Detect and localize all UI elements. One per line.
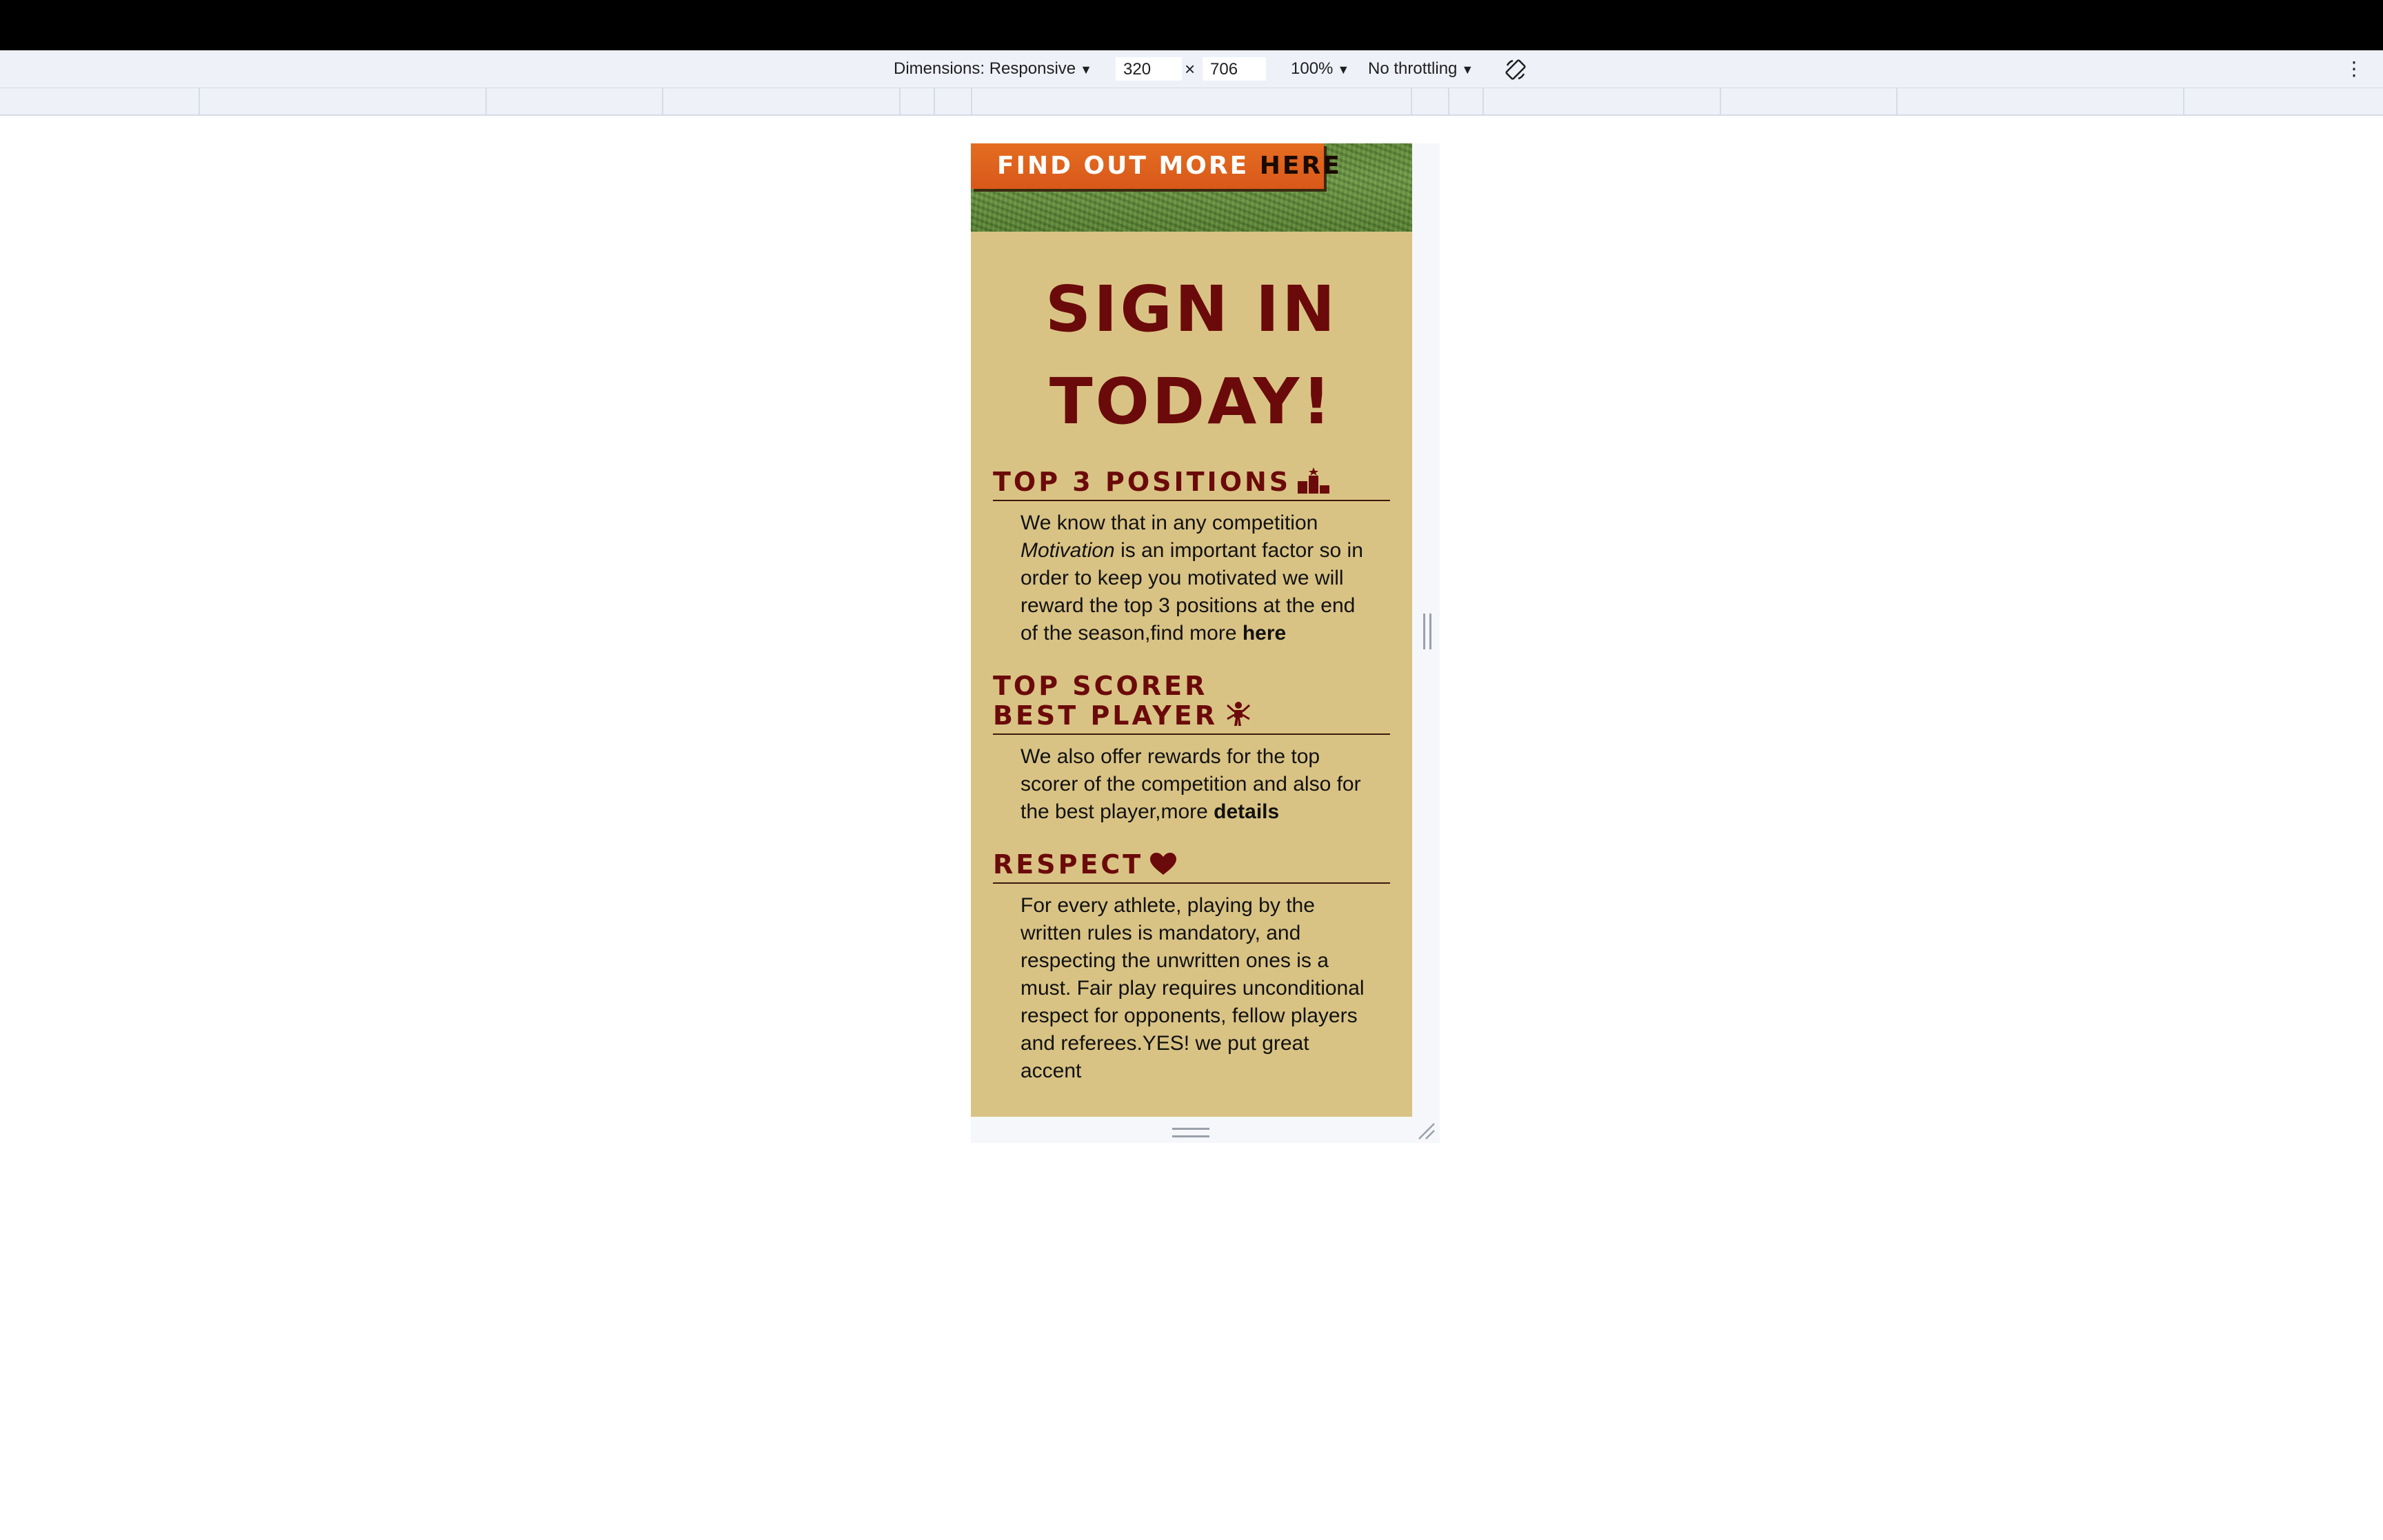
media-query-tick[interactable]: [2183, 88, 2184, 114]
banner-here-link[interactable]: HERE: [1260, 152, 1342, 180]
main-content: SIGN IN TODAY! TOP 3 POSITIONS We know t…: [971, 232, 1412, 1085]
section-heading-text: TOP 3 POSITIONS: [993, 467, 1291, 497]
section-top-scorer: TOP SCORER BEST PLAYER We also offer rew…: [993, 672, 1390, 826]
page-viewport[interactable]: FIND OUT MORE HERE SIGN IN TODAY! TOP 3 …: [971, 143, 1412, 1117]
media-query-tick[interactable]: [899, 88, 901, 114]
width-input[interactable]: 320: [1116, 57, 1182, 81]
section-heading-text: RESPECT: [993, 849, 1144, 880]
chevron-down-icon: ▼: [1337, 63, 1350, 77]
media-query-tick[interactable]: [971, 88, 972, 114]
section-text: We know that in any competition Motivati…: [1020, 509, 1365, 647]
page-title: SIGN IN TODAY!: [1045, 272, 1338, 438]
section-heading: TOP SCORER BEST PLAYER: [993, 672, 1390, 735]
media-query-tick[interactable]: [662, 88, 663, 114]
media-query-tick[interactable]: [485, 88, 487, 114]
emphasis-text: Motivation: [1020, 539, 1115, 562]
text-fragment: We know that in any competition: [1020, 511, 1318, 534]
find-out-more-banner[interactable]: FIND OUT MORE HERE: [971, 143, 1340, 189]
section-top-3-positions: TOP 3 POSITIONS We know that in any comp…: [993, 467, 1390, 647]
banner-text: FIND OUT MORE: [997, 152, 1249, 180]
browser-top-bar: [0, 0, 2383, 50]
details-link[interactable]: details: [1214, 800, 1279, 823]
times-icon: ×: [1185, 59, 1196, 79]
media-query-tick[interactable]: [1720, 88, 1721, 114]
section-heading-line1: TOP SCORER: [993, 671, 1208, 701]
height-input[interactable]: 706: [1203, 57, 1266, 81]
kebab-icon[interactable]: ⋮: [2344, 50, 2364, 88]
chevron-down-icon: ▼: [1461, 63, 1474, 77]
section-respect: RESPECT For every athlete, playing by th…: [993, 851, 1390, 1085]
throttling-label: No throttling: [1368, 59, 1458, 78]
rotate-icon[interactable]: [1503, 57, 1528, 82]
section-heading: TOP 3 POSITIONS: [993, 467, 1390, 501]
text-fragment: We also offer rewards for the top scorer…: [1020, 745, 1361, 823]
podium-icon: [1298, 467, 1330, 494]
media-query-tick[interactable]: [1482, 88, 1484, 114]
media-query-tick[interactable]: [1448, 88, 1449, 114]
section-text: We also offer rewards for the top scorer…: [1020, 743, 1365, 826]
device-frame: FIND OUT MORE HERE SIGN IN TODAY! TOP 3 …: [971, 143, 1440, 1143]
section-heading: RESPECT: [993, 851, 1390, 884]
chevron-down-icon: ▼: [1080, 63, 1092, 77]
resize-handle-bottom[interactable]: [1172, 1128, 1209, 1137]
resize-corner-icon[interactable]: [1416, 1121, 1436, 1140]
dimensions-dropdown[interactable]: Dimensions: Responsive ▼: [894, 50, 1092, 88]
section-heading-line2: BEST PLAYER: [993, 700, 1218, 731]
dimensions-label: Dimensions: Responsive: [894, 59, 1076, 78]
heart-icon: [1150, 853, 1177, 875]
media-query-tick[interactable]: [199, 88, 200, 114]
player-icon: [1227, 702, 1251, 726]
here-link[interactable]: here: [1243, 622, 1286, 645]
resize-handle-right[interactable]: [1423, 614, 1431, 649]
zoom-dropdown[interactable]: 100% ▼: [1291, 50, 1349, 88]
media-query-tick[interactable]: [934, 88, 935, 114]
device-toolbar: Dimensions: Responsive ▼ 320 × 706 100% ▼ …: [0, 50, 2383, 88]
section-text: For every athlete, playing by the writte…: [1020, 894, 1365, 1082]
media-query-tick[interactable]: [1896, 88, 1898, 114]
media-query-tick[interactable]: [1411, 88, 1412, 114]
zoom-label: 100%: [1291, 59, 1334, 78]
throttling-dropdown[interactable]: No throttling ▼: [1368, 50, 1474, 88]
media-query-bar: [0, 88, 2383, 116]
